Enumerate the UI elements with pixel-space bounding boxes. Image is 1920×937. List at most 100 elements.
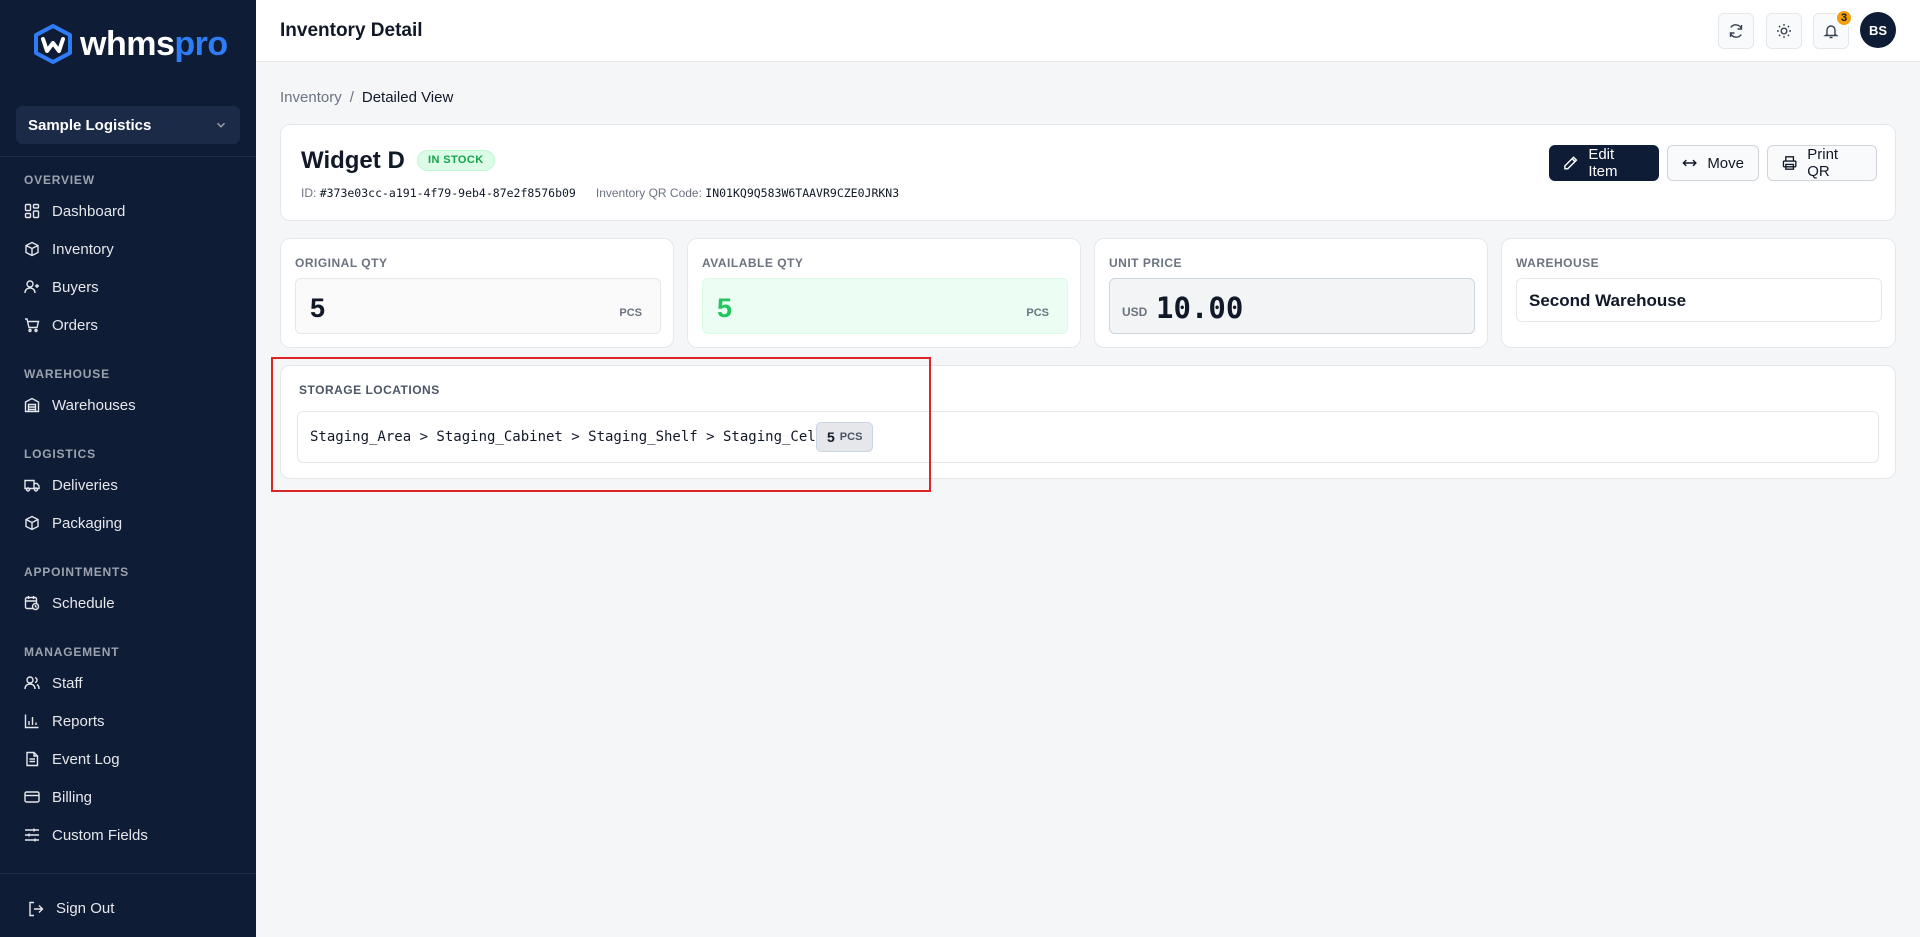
truck-icon — [24, 479, 40, 492]
warehouse-icon — [24, 397, 40, 413]
original-qty-value: 5 — [310, 293, 326, 323]
bell-icon — [1823, 25, 1839, 39]
notification-badge: 3 — [1835, 9, 1853, 27]
available-qty-value: 5 — [717, 293, 733, 323]
pencil-icon — [1564, 156, 1578, 170]
nav-section-warehouse: WAREHOUSE — [24, 367, 110, 381]
sidebar-item-staff[interactable]: Staff — [0, 664, 256, 702]
top-header: Inventory Detail 3 BS — [256, 0, 1920, 62]
theme-toggle-button[interactable] — [1766, 13, 1802, 49]
sidebar-item-label: Billing — [52, 788, 93, 806]
nav-section-overview: OVERVIEW — [24, 173, 95, 187]
unit-price-card: UNIT PRICE USD 10.00 — [1094, 238, 1488, 348]
sidebar-item-billing[interactable]: Billing — [0, 778, 256, 816]
credit-card-icon — [24, 791, 40, 803]
sign-out-label: Sign Out — [56, 900, 115, 917]
highlight-box — [271, 357, 931, 492]
breadcrumb-separator: / — [349, 89, 354, 106]
nav-section-appointments: APPOINTMENTS — [24, 565, 129, 579]
brand-name: whmspro — [80, 24, 228, 63]
sidebar-item-dashboard[interactable]: Dashboard — [0, 192, 256, 230]
sidebar-item-label: Buyers — [52, 278, 99, 296]
organization-name: Sample Logistics — [28, 116, 152, 134]
dashboard-icon — [24, 203, 40, 219]
package-icon — [25, 515, 39, 531]
sidebar-item-schedule[interactable]: Schedule — [0, 584, 256, 622]
sidebar-item-inventory[interactable]: Inventory — [0, 230, 256, 268]
brand-logo[interactable]: whmspro — [32, 24, 228, 64]
bar-chart-icon — [24, 714, 39, 729]
sidebar-item-label: Event Log — [52, 750, 120, 768]
sidebar-item-custom-fields[interactable]: Custom Fields — [0, 816, 256, 854]
sidebar-item-packaging[interactable]: Packaging — [0, 504, 256, 542]
page-title: Inventory Detail — [280, 20, 423, 41]
avatar[interactable]: BS — [1860, 12, 1896, 48]
status-badge: IN STOCK — [417, 150, 495, 171]
original-qty-field: 5 PCS — [295, 278, 661, 334]
sidebar-item-label: Custom Fields — [52, 826, 148, 844]
available-qty-card: AVAILABLE QTY 5 PCS — [687, 238, 1081, 348]
package-icon — [25, 241, 39, 257]
print-qr-button[interactable]: Print QR — [1767, 145, 1877, 181]
users-icon — [24, 676, 40, 690]
sign-out-button[interactable]: Sign Out — [28, 900, 114, 917]
notifications-button[interactable]: 3 — [1813, 9, 1853, 49]
sun-icon — [1777, 24, 1791, 38]
sidebar-nav: OVERVIEW Dashboard Inventory Buyers Orde… — [0, 168, 256, 854]
breadcrumb-current: Detailed View — [361, 89, 454, 106]
sidebar-item-label: Deliveries — [52, 476, 118, 494]
warehouse-card: WAREHOUSE Second Warehouse — [1501, 238, 1896, 348]
sidebar-item-label: Warehouses — [52, 396, 136, 414]
edit-item-button[interactable]: Edit Item — [1549, 145, 1659, 181]
sidebar-item-event-log[interactable]: Event Log — [0, 740, 256, 778]
cart-icon — [25, 318, 40, 333]
file-text-icon — [26, 751, 39, 767]
unit-price-value: 10.00 — [1156, 291, 1244, 325]
refresh-button[interactable] — [1718, 13, 1754, 49]
sidebar-item-label: Packaging — [52, 514, 123, 532]
sidebar-item-label: Reports — [52, 712, 105, 730]
print-qr-label: Print QR — [1807, 146, 1839, 180]
sliders-icon — [25, 828, 39, 842]
stat-label: WAREHOUSE — [1516, 256, 1600, 270]
edit-item-label: Edit Item — [1588, 146, 1618, 180]
sidebar-item-deliveries[interactable]: Deliveries — [0, 466, 256, 504]
sidebar-item-label: Staff — [52, 674, 83, 692]
sidebar-item-warehouses[interactable]: Warehouses — [0, 386, 256, 424]
breadcrumb-inventory-link[interactable]: Inventory — [280, 89, 342, 106]
organization-select[interactable]: Sample Logistics — [16, 106, 240, 144]
unit-price-field: USD 10.00 — [1109, 278, 1475, 334]
warehouse-field: Second Warehouse — [1516, 278, 1882, 322]
log-out-icon — [29, 901, 44, 916]
sidebar-item-orders[interactable]: Orders — [0, 306, 256, 344]
sidebar-item-label: Schedule — [52, 594, 115, 612]
move-button[interactable]: Move — [1667, 145, 1759, 181]
arrows-horizontal-icon — [1682, 159, 1697, 167]
sidebar-item-reports[interactable]: Reports — [0, 702, 256, 740]
move-label: Move — [1707, 154, 1744, 172]
currency-label: USD — [1122, 305, 1148, 319]
sidebar: whmspro Sample Logistics OVERVIEW Dashbo… — [0, 0, 256, 937]
unit-label: PCS — [619, 307, 642, 319]
item-id: ID: #373e03cc-a191-4f79-9eb4-87e2f8576b0… — [301, 186, 576, 200]
refresh-icon — [1729, 24, 1743, 38]
printer-icon — [1782, 156, 1797, 170]
stat-label: AVAILABLE QTY — [702, 256, 804, 270]
user-plus-icon — [24, 280, 39, 294]
breadcrumb: Inventory / Detailed View — [280, 89, 453, 106]
sidebar-item-buyers[interactable]: Buyers — [0, 268, 256, 306]
stat-label: UNIT PRICE — [1109, 256, 1183, 270]
logo-icon — [34, 24, 72, 64]
sidebar-item-label: Dashboard — [52, 202, 126, 220]
warehouse-value: Second Warehouse — [1529, 291, 1687, 310]
sidebar-item-label: Inventory — [52, 240, 114, 258]
available-qty-field: 5 PCS — [702, 278, 1068, 334]
nav-section-logistics: LOGISTICS — [24, 447, 96, 461]
chevron-down-icon — [217, 122, 225, 128]
sidebar-divider — [0, 156, 256, 157]
stat-label: ORIGINAL QTY — [295, 256, 388, 270]
calendar-clock-icon — [24, 596, 40, 611]
item-qr-code: Inventory QR Code: IN01KQ9Q583W6TAAVR9CZ… — [595, 186, 900, 200]
sidebar-item-label: Orders — [52, 316, 98, 334]
unit-label: PCS — [1026, 307, 1049, 319]
